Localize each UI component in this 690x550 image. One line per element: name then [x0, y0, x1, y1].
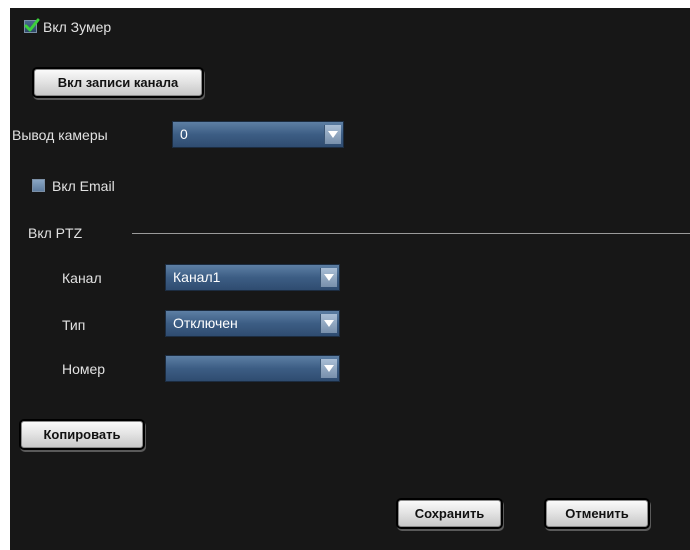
copy-button[interactable]: Копировать [21, 421, 143, 448]
ptz-channel-select[interactable]: Канал1 [165, 264, 340, 291]
chevron-down-icon[interactable] [324, 125, 341, 144]
ptz-channel-value: Канал1 [173, 269, 221, 285]
email-checkbox-label: Вкл Email [52, 178, 115, 194]
channel-record-button[interactable]: Вкл записи канала [34, 69, 202, 96]
chevron-down-icon[interactable] [320, 359, 337, 378]
camera-output-value: 0 [180, 126, 188, 142]
zoom-checkbox-label: Вкл Зумер [43, 19, 112, 35]
zoom-checkbox[interactable] [24, 18, 40, 33]
email-checkbox[interactable] [32, 179, 45, 192]
cancel-button[interactable]: Отменить [546, 500, 648, 527]
check-icon [24, 18, 40, 32]
chevron-down-icon[interactable] [320, 268, 337, 287]
ptz-type-select[interactable]: Отключен [165, 310, 340, 337]
ptz-type-label: Тип [62, 317, 86, 333]
camera-output-label: Вывод камеры [12, 127, 108, 143]
ptz-channel-label: Канал [62, 270, 102, 286]
ptz-divider [132, 233, 690, 234]
ptz-number-select[interactable] [165, 355, 340, 382]
ptz-section-label: Вкл PTZ [28, 225, 83, 241]
ptz-number-label: Номер [62, 361, 106, 377]
settings-panel: Вкл Зумер Вкл записи канала Вывод камеры… [10, 8, 690, 550]
save-button[interactable]: Сохранить [398, 500, 501, 527]
ptz-type-value: Отключен [173, 315, 238, 331]
camera-output-select[interactable]: 0 [172, 121, 344, 148]
chevron-down-icon[interactable] [320, 314, 337, 333]
